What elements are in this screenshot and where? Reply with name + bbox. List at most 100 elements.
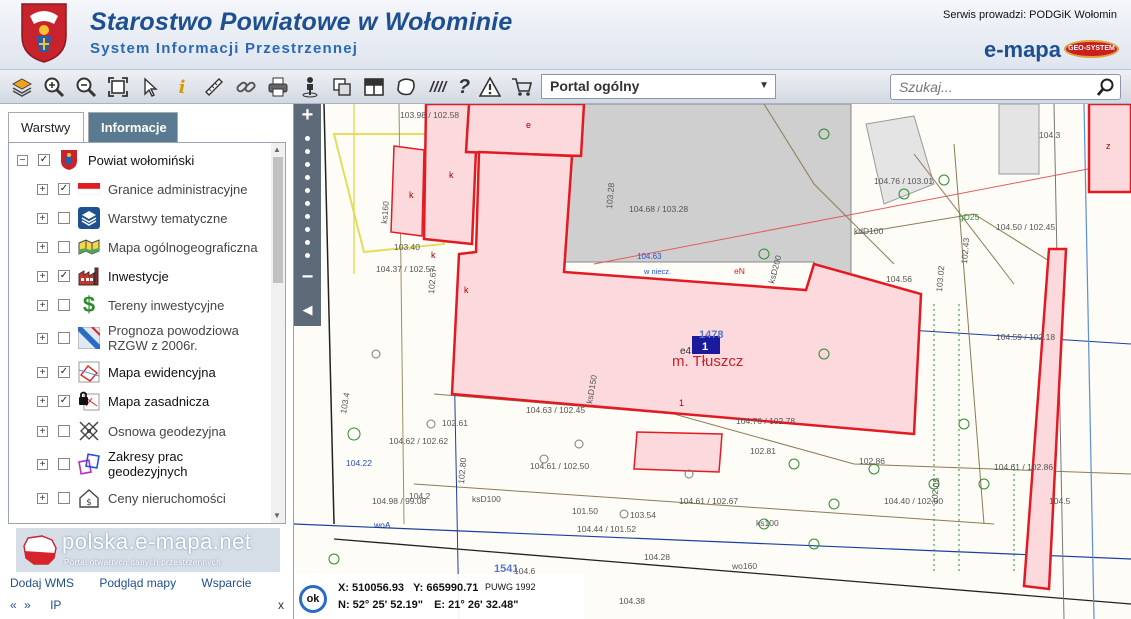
- expand-toggle[interactable]: +: [37, 366, 48, 378]
- dollar-icon: $: [82, 292, 96, 317]
- add-wms-link[interactable]: Dodaj WMS: [10, 576, 74, 590]
- split-view-icon[interactable]: [360, 73, 388, 101]
- zoom-step[interactable]: [305, 227, 310, 232]
- expand-toggle[interactable]: +: [37, 395, 48, 407]
- zoom-minus-button[interactable]: −: [294, 266, 321, 289]
- map-label: 103.40: [394, 242, 420, 252]
- layer-checkbox[interactable]: ✓: [58, 395, 70, 407]
- banner-brand: polska.e-mapa.net: [62, 529, 252, 554]
- expand-toggle[interactable]: +: [37, 241, 48, 253]
- expand-toggle[interactable]: +: [37, 183, 48, 195]
- print-icon[interactable]: [264, 73, 292, 101]
- zoom-step[interactable]: [305, 149, 310, 154]
- layers-icon[interactable]: [8, 73, 36, 101]
- map-label: 104.38: [619, 596, 645, 606]
- tab-informacje[interactable]: Informacje: [88, 112, 178, 142]
- info-icon[interactable]: i: [168, 73, 196, 101]
- collapse-panel-button[interactable]: ◀: [294, 296, 321, 324]
- layer-checkbox[interactable]: [58, 299, 70, 311]
- coordinate-xy: X: 510056.93 Y: 665990.71: [338, 582, 478, 594]
- measure-distance-icon[interactable]: [200, 73, 228, 101]
- powiat-crest-icon: [21, 3, 67, 63]
- coordinate-x: X: 510056.93: [338, 582, 405, 594]
- ok-button[interactable]: ok: [299, 585, 327, 613]
- layer-label: Osnowa geodezyjna: [108, 423, 226, 439]
- expand-toggle[interactable]: +: [37, 492, 48, 504]
- layer-label: Mapa ewidencyjna: [108, 364, 216, 380]
- app-header: Starostwo Powiatowe w Wołominie System I…: [0, 0, 1131, 70]
- pointer-icon[interactable]: [136, 73, 164, 101]
- draw-shape-icon[interactable]: [392, 73, 420, 101]
- layer-checkbox[interactable]: [58, 458, 70, 470]
- factory-icon: [78, 265, 100, 287]
- layer-row-ewidencyjna: + ✓ Mapa ewidencyjna: [37, 359, 285, 385]
- support-link[interactable]: Wsparcie: [201, 576, 251, 590]
- street-view-icon[interactable]: [296, 73, 324, 101]
- link-icon[interactable]: [232, 73, 260, 101]
- scroll-down-icon[interactable]: ▼: [273, 511, 281, 520]
- layer-checkbox[interactable]: ✓: [58, 270, 70, 282]
- expand-toggle[interactable]: +: [37, 425, 48, 437]
- layer-checkbox[interactable]: [58, 212, 70, 224]
- map-label: 104.76 / 103.01: [874, 176, 933, 186]
- layer-row-zakresy: + Zakresy prac geodezyjnych: [37, 447, 285, 481]
- layer-checkbox[interactable]: [58, 425, 70, 437]
- search-input[interactable]: [891, 75, 1086, 99]
- expand-toggle[interactable]: +: [37, 458, 48, 470]
- layer-checkbox[interactable]: ✓: [58, 366, 70, 378]
- full-extent-icon[interactable]: [104, 73, 132, 101]
- zoom-plus-button[interactable]: +: [294, 104, 321, 127]
- zoom-step[interactable]: [305, 136, 310, 141]
- crs-label: PUWG 1992: [485, 582, 536, 592]
- search-icon[interactable]: [1096, 77, 1116, 97]
- tab-warstwy[interactable]: Warstwy: [8, 112, 84, 142]
- portal-select[interactable]: Portal ogólny ▼: [541, 74, 776, 99]
- scroll-up-icon[interactable]: ▲: [273, 145, 281, 154]
- map-label: 103.02: [934, 265, 946, 292]
- map-label: 104.44 / 101.52: [577, 524, 636, 534]
- layer-checkbox[interactable]: [58, 241, 70, 253]
- scrollbar-thumb[interactable]: [273, 157, 283, 283]
- map-label: 104.59 / 102.18: [996, 332, 1055, 342]
- collapse-toggle[interactable]: −: [17, 154, 28, 166]
- parcel-number-label: 1478: [699, 329, 723, 341]
- zoom-step[interactable]: [305, 214, 310, 219]
- map-view[interactable]: e k k k k z 104.68 / 103.28 104.63 w nie…: [294, 104, 1131, 619]
- ip-link[interactable]: IP: [50, 598, 61, 612]
- zoom-step[interactable]: [305, 188, 310, 193]
- map-label: w niecz.: [643, 267, 671, 276]
- layer-checkbox[interactable]: [58, 332, 70, 344]
- expand-toggle[interactable]: +: [37, 332, 48, 344]
- prev-button[interactable]: «: [10, 598, 17, 612]
- zoom-in-icon[interactable]: [40, 73, 68, 101]
- compare-maps-icon[interactable]: [328, 73, 356, 101]
- zoom-slider[interactable]: + −: [294, 104, 321, 326]
- map-label: gD25: [959, 212, 980, 222]
- next-button[interactable]: »: [24, 598, 31, 612]
- layer-checkbox[interactable]: ✓: [38, 154, 50, 166]
- general-map-icon: [78, 236, 100, 258]
- zoom-step[interactable]: [305, 175, 310, 180]
- layer-checkbox[interactable]: ✓: [58, 183, 70, 195]
- zoom-step[interactable]: [305, 253, 310, 258]
- cart-icon[interactable]: [508, 73, 536, 101]
- map-label: 103.98 / 102.58: [400, 110, 459, 120]
- polska-emapa-banner[interactable]: polska.e-mapa.net Portal otwartych danyc…: [16, 528, 280, 572]
- zoom-step[interactable]: [305, 240, 310, 245]
- expand-toggle[interactable]: +: [37, 212, 48, 224]
- expand-toggle[interactable]: +: [37, 299, 48, 311]
- layer-label: Warstwy tematyczne: [108, 210, 228, 226]
- layer-tree-scrollbar[interactable]: ▲ ▼: [271, 143, 285, 523]
- expand-toggle[interactable]: +: [37, 270, 48, 282]
- hatch-lines-icon[interactable]: ////: [424, 73, 452, 101]
- zoom-step[interactable]: [305, 201, 310, 206]
- map-canvas[interactable]: e k k k k z 104.68 / 103.28 104.63 w nie…: [294, 104, 1131, 619]
- zoom-out-icon[interactable]: [72, 73, 100, 101]
- warning-icon[interactable]: [476, 73, 504, 101]
- help-icon[interactable]: ?: [450, 73, 478, 101]
- zoom-step[interactable]: [305, 162, 310, 167]
- map-preview-link[interactable]: Podgląd mapy: [99, 576, 176, 590]
- layer-checkbox[interactable]: [58, 492, 70, 504]
- close-panel-button[interactable]: x: [278, 598, 284, 612]
- parcel-small-label: 1: [679, 398, 684, 408]
